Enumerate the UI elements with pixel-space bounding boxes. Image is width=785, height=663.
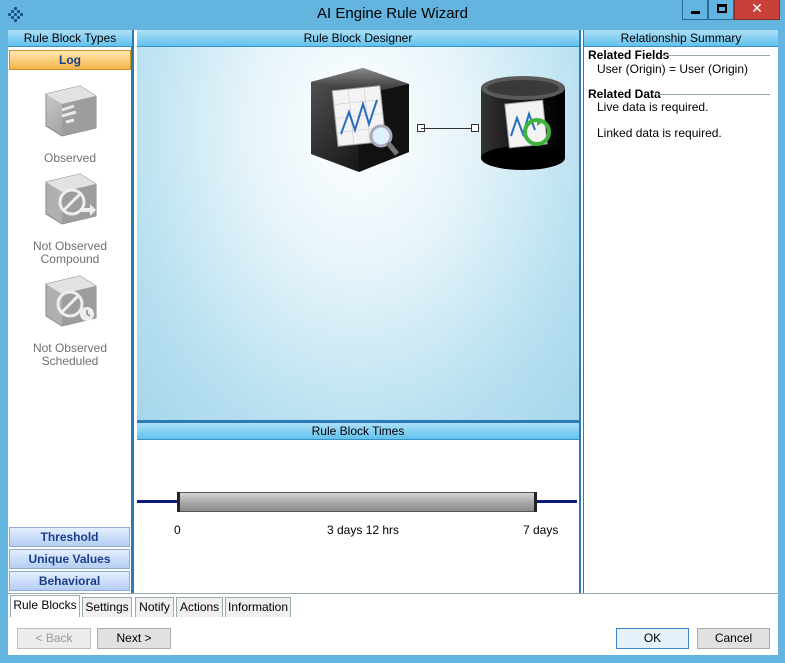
minimize-button[interactable] (682, 0, 708, 20)
rule-block-types-header: Rule Block Types (8, 30, 132, 47)
timeline-label-start: 0 (174, 523, 181, 537)
back-button[interactable]: < Back (17, 628, 91, 649)
tab-notify[interactable]: Notify (135, 597, 174, 617)
tab-settings[interactable]: Settings (82, 597, 132, 617)
maximize-button[interactable] (708, 0, 734, 20)
block-observed-label: Observed (8, 152, 132, 165)
rule-block-types-panel: Rule Block Types Log Observed Not Observ… (8, 30, 134, 593)
rule-block-times-header: Rule Block Times (137, 423, 579, 440)
block-not-observed-scheduled-label-line-2: Scheduled (41, 354, 99, 368)
category-unique-values-button[interactable]: Unique Values (9, 549, 130, 569)
related-fields-title: Related Fields (588, 48, 670, 62)
linked-data-block-node[interactable] (479, 74, 569, 177)
not-observed-scheduled-icon (40, 270, 100, 330)
timeline-start-handle[interactable] (177, 492, 180, 512)
rule-block-designer-header: Rule Block Designer (137, 30, 579, 47)
log-rule-block-icon (311, 68, 409, 172)
not-observed-compound-icon (40, 168, 100, 228)
block-connector-line[interactable] (421, 128, 475, 129)
wizard-tabs: Rule Blocks Settings Notify Actions Info… (8, 593, 778, 618)
related-data-line-linked: Linked data is required. (597, 126, 722, 140)
tab-actions[interactable]: Actions (176, 597, 223, 617)
wizard-button-bar: < Back Next > OK Cancel (8, 617, 778, 655)
category-log-button[interactable]: Log (9, 50, 131, 70)
tab-information[interactable]: Information (225, 597, 291, 617)
linked-data-block-icon (481, 76, 565, 170)
center-area: Rule Block Designer Rule Block Times 0 3… (137, 30, 581, 593)
observed-block-icon (40, 80, 100, 140)
block-observed[interactable]: Observed (8, 80, 132, 165)
timeline-range-bar[interactable] (177, 492, 537, 512)
related-data-title: Related Data (588, 87, 661, 101)
category-behavioral-button[interactable]: Behavioral (9, 571, 130, 591)
cancel-button[interactable]: Cancel (697, 628, 770, 649)
maximize-icon (717, 4, 727, 13)
related-field-line: User (Origin) = User (Origin) (597, 62, 749, 76)
log-rule-block-node[interactable] (297, 62, 417, 185)
block-not-observed-compound-label: Not Observed Compound (8, 240, 132, 266)
relationship-summary-header: Relationship Summary (584, 30, 778, 47)
wizard-window: AI Engine Rule Wizard ✕ Rule Block Types… (0, 0, 785, 663)
rule-block-designer[interactable]: Rule Block Designer (137, 30, 581, 420)
ok-button[interactable]: OK (616, 628, 689, 649)
tab-rule-blocks[interactable]: Rule Blocks (10, 595, 80, 618)
connector-handle-right[interactable] (471, 124, 479, 132)
relationship-summary-panel: Relationship Summary Related Fields User… (583, 30, 778, 593)
related-data-line-live: Live data is required. (597, 100, 709, 114)
wizard-client: Rule Block Types Log Observed Not Observ… (8, 30, 778, 655)
category-threshold-button[interactable]: Threshold (9, 527, 130, 547)
close-icon: ✕ (751, 0, 763, 16)
block-not-observed-scheduled[interactable]: Not Observed Scheduled (8, 270, 132, 368)
timeline-end-handle[interactable] (534, 492, 537, 512)
rule-block-times: Rule Block Times 0 3 days 12 hrs 7 days (137, 423, 581, 593)
close-button[interactable]: ✕ (734, 0, 780, 20)
minimize-icon (691, 11, 700, 14)
block-not-observed-compound[interactable]: Not Observed Compound (8, 168, 132, 266)
related-data-divider (656, 94, 770, 95)
block-not-observed-compound-label-line-2: Compound (40, 252, 100, 266)
timeline-label-mid: 3 days 12 hrs (327, 523, 400, 537)
related-fields-divider (662, 55, 770, 56)
window-title: AI Engine Rule Wizard (317, 5, 468, 22)
block-observed-label-line: Observed (43, 151, 97, 165)
title-bar[interactable]: AI Engine Rule Wizard ✕ (0, 0, 785, 30)
block-not-observed-scheduled-label: Not Observed Scheduled (8, 342, 132, 368)
timeline-label-end: 7 days (523, 523, 559, 537)
next-button[interactable]: Next > (97, 628, 171, 649)
